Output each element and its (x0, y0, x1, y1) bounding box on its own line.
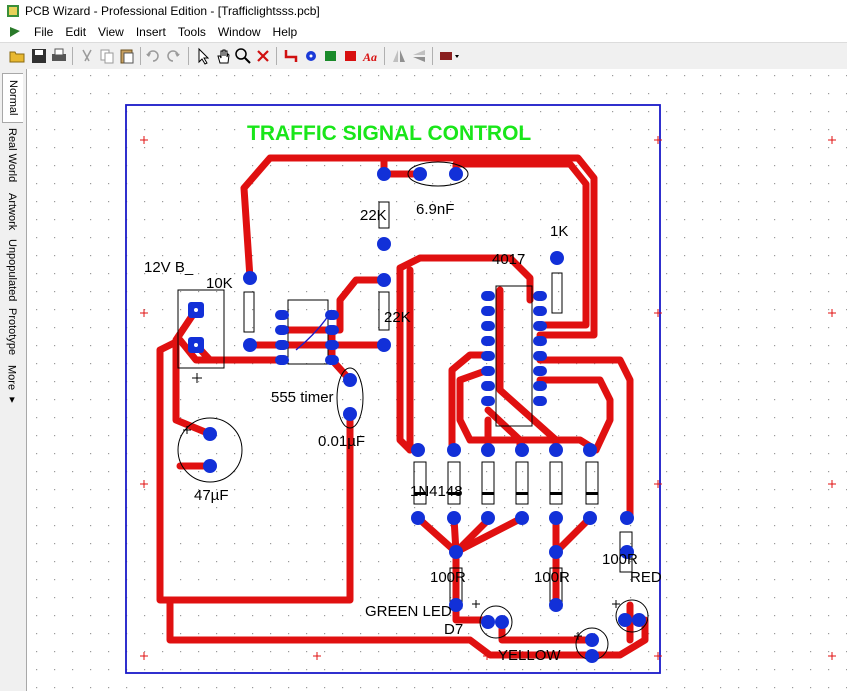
round-pads (203, 167, 646, 663)
tab-artwork[interactable]: Artwork (2, 187, 22, 237)
open-folder-icon[interactable] (8, 47, 26, 65)
tab-real-world[interactable]: Real World (2, 125, 22, 185)
res-22k-mid-label: 22K (384, 309, 411, 326)
copper-area-icon[interactable] (322, 47, 340, 65)
cap-47uf-label: 47µF (194, 487, 229, 504)
menu-insert[interactable]: Insert (130, 22, 172, 42)
res-10k-label: 10K (206, 275, 233, 292)
pcb-canvas[interactable]: TRAFFIC SIGNAL CONTROL 6.9nF 22K 1K 4017… (27, 69, 847, 691)
window-title: PCB Wizard - Professional Edition - [Tra… (25, 4, 320, 18)
copy-icon[interactable] (98, 47, 116, 65)
track (396, 254, 534, 454)
supply-label: 12V B_ (144, 259, 194, 276)
flip-horizontal-icon[interactable] (390, 47, 408, 65)
paste-icon[interactable] (118, 47, 136, 65)
pcb-wizard-app-icon (7, 5, 19, 17)
track (278, 276, 388, 334)
ic-4017-label: 4017 (492, 251, 525, 268)
component-dropdown-icon[interactable] (438, 47, 462, 65)
led-green-label: GREEN LED (365, 603, 452, 620)
pointer-icon[interactable] (194, 47, 212, 65)
tab-prototype[interactable]: Prototype (2, 305, 22, 359)
save-icon[interactable] (30, 47, 48, 65)
flip-vertical-icon[interactable] (410, 47, 428, 65)
menu-window[interactable]: Window (212, 22, 267, 42)
res-1k-outline (551, 272, 563, 314)
diode-6-outline (585, 461, 599, 505)
diode-3-outline (481, 461, 495, 505)
diode-5-outline (549, 461, 563, 505)
track (552, 514, 594, 556)
menu-help[interactable]: Help (267, 22, 304, 42)
res-1k-label: 1K (550, 223, 568, 240)
hand-icon[interactable] (214, 47, 232, 65)
title-bar: PCB Wizard - Professional Edition - [Tra… (0, 0, 847, 22)
pad-tool-icon[interactable] (302, 47, 320, 65)
view-mode-sidebar: Normal Real World Artwork Unpopulated Pr… (0, 69, 27, 691)
menu-edit[interactable]: Edit (59, 22, 92, 42)
svg-text:Aa: Aa (362, 50, 377, 64)
track (498, 616, 594, 644)
led-yellow-label: YELLOW (498, 647, 561, 664)
delete-icon[interactable] (254, 47, 272, 65)
text-tool-icon[interactable]: Aa (362, 47, 380, 65)
tab-unpopulated[interactable]: Unpopulated (2, 239, 22, 301)
res-10k-outline (243, 291, 255, 333)
track-tool-icon[interactable] (282, 47, 300, 65)
diode-4-outline (515, 461, 529, 505)
led-red-label: RED (630, 569, 662, 586)
led-d7-label: D7 (444, 621, 463, 638)
menu-tools[interactable]: Tools (172, 22, 212, 42)
ic-555-label: 555 timer (271, 389, 334, 406)
cap-001uf-label: 0.01µF (318, 433, 365, 450)
pads (188, 167, 646, 663)
zoom-icon[interactable] (234, 47, 252, 65)
tab-more[interactable]: More ▾ (2, 365, 22, 407)
document-icon[interactable] (8, 25, 22, 39)
diode-label: 1N4148 (410, 483, 463, 500)
red-fill-icon[interactable] (342, 47, 360, 65)
toolbar: Aa (0, 42, 847, 70)
board-title: TRAFFIC SIGNAL CONTROL (247, 122, 531, 145)
res-100r-right-label: 100R (602, 551, 638, 568)
tab-normal[interactable]: Normal (2, 73, 23, 123)
track (452, 160, 590, 329)
res-22k-top-label: 22K (360, 207, 387, 224)
redo-icon[interactable] (164, 47, 182, 65)
track (156, 336, 354, 604)
cap-69nf-label: 6.9nF (416, 201, 454, 218)
board-outline (125, 104, 661, 674)
menu-view[interactable]: View (92, 22, 130, 42)
print-icon[interactable] (50, 47, 68, 65)
copper-tracks (156, 154, 649, 659)
undo-icon[interactable] (144, 47, 162, 65)
cut-icon[interactable] (78, 47, 96, 65)
menu-bar: File Edit View Insert Tools Window Help (0, 22, 847, 42)
menu-file[interactable]: File (28, 22, 59, 42)
res-100r-mid-label: 100R (534, 569, 570, 586)
res-100r-left-label: 100R (430, 569, 466, 586)
track (172, 306, 214, 438)
